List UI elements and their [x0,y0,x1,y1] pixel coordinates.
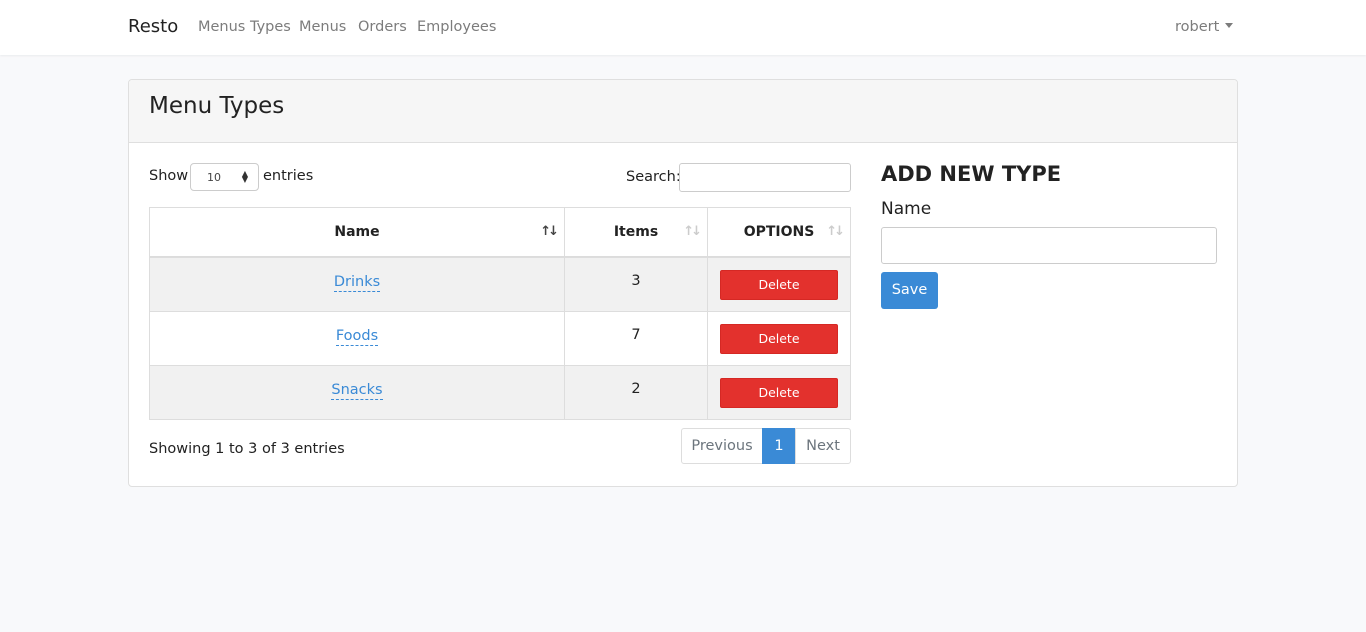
nav-link-menus[interactable]: Menus [299,19,346,35]
items-count: 7 [631,327,641,343]
caret-down-icon [1225,23,1234,28]
menu-type-name: Snacks [331,382,383,400]
name-input[interactable] [881,227,1217,264]
column-header-options[interactable]: OPTIONS ↑↓ [708,208,850,258]
table-row: Foods 7 Delete [150,311,850,365]
user-name: robert [1175,19,1220,35]
pagination-previous[interactable]: Previous [681,428,763,464]
name-cell: Foods [150,312,565,365]
search-label: Search: [626,169,681,185]
menu-type-name: Foods [335,328,379,346]
nav-link-employees[interactable]: Employees [417,19,496,35]
menu-types-card: Menu Types Show 10 ▲ ▼ entries Search: Na… [128,79,1238,487]
delete-button[interactable]: Delete [720,270,838,300]
entries-length-value: 10 [207,171,221,184]
delete-button[interactable]: Delete [720,378,838,408]
name-label: Name [881,199,932,219]
items-cell: 3 [565,258,708,311]
menu-type-name: Drinks [333,274,381,292]
options-cell: Delete [708,258,850,311]
search-input[interactable] [679,163,851,192]
table-info: Showing 1 to 3 of 3 entries [149,441,345,457]
table-row: Drinks 3 Delete [150,257,850,311]
add-new-type-title: ADD NEW TYPE [881,162,1062,186]
options-cell: Delete [708,312,850,365]
pagination-next[interactable]: Next [795,428,851,464]
sort-arrows-icon: ↑↓ [683,224,702,239]
options-cell: Delete [708,366,850,419]
sort-arrows-icon: ↑↓ [826,224,845,239]
name-cell: Snacks [150,366,565,419]
menu-type-name-link[interactable]: Foods [150,328,564,346]
column-header-label: Name [334,224,380,240]
items-count: 3 [631,273,641,289]
card-header: Menu Types [129,80,1237,143]
menu-type-name-link[interactable]: Snacks [150,382,564,400]
menu-type-name-link[interactable]: Drinks [150,274,564,292]
column-header-items[interactable]: Items ↑↓ [565,208,708,258]
show-label: Show [149,168,189,184]
items-count: 2 [631,381,641,397]
nav-link-menus-types[interactable]: Menus Types [198,19,291,35]
nav-link-orders[interactable]: Orders [358,19,407,35]
menu-types-table: Name ↑↓ Items ↑↓ OPTIONS ↑↓ Drinks 3 Del… [149,207,851,420]
delete-button[interactable]: Delete [720,324,838,354]
user-menu[interactable]: robert [1175,19,1234,35]
entries-label: entries [263,168,314,184]
brand-link[interactable]: Resto [128,16,178,37]
sort-arrows-icon: ↑↓ [540,224,559,239]
items-cell: 7 [565,312,708,365]
table-row: Snacks 2 Delete [150,365,850,419]
name-cell: Drinks [150,258,565,311]
pagination-page-current[interactable]: 1 [762,428,796,464]
entries-length-select[interactable]: 10 ▲ ▼ [190,163,259,191]
select-arrows-icon: ▲ ▼ [241,169,248,184]
column-header-name[interactable]: Name ↑↓ [150,208,565,258]
save-button[interactable]: Save [881,272,938,309]
items-cell: 2 [565,366,708,419]
navbar: Resto Menus Types Menus Orders Employees… [0,0,1366,55]
page-title: Menu Types [149,93,285,119]
